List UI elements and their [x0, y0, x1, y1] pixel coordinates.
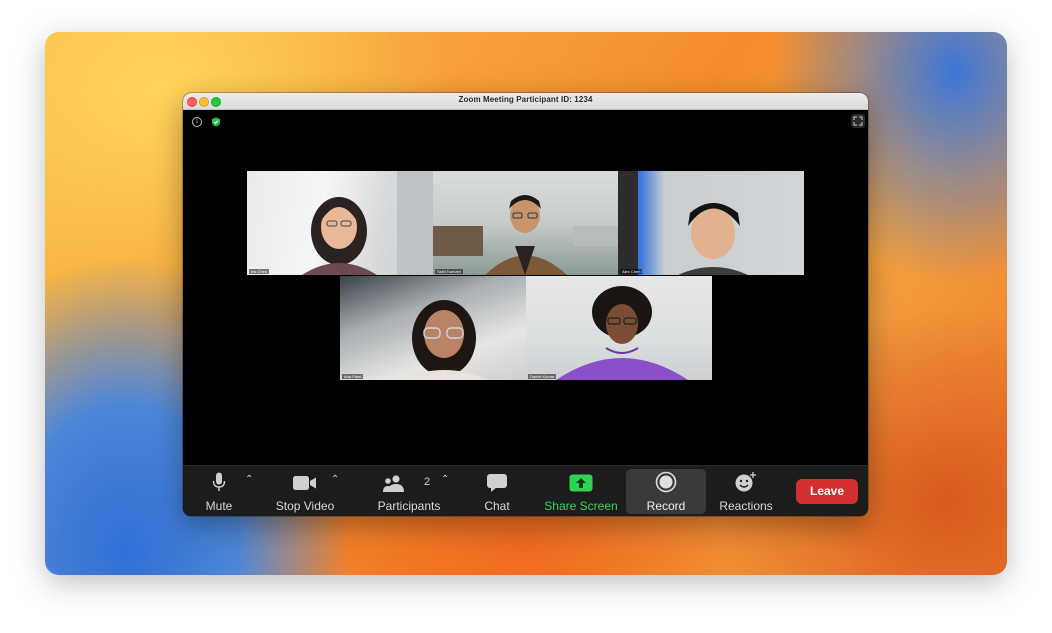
microphone-icon [212, 472, 226, 491]
participant-avatar [302, 171, 433, 275]
participants-button[interactable]: 2 Participants [374, 466, 444, 516]
title-bar[interactable]: Zoom Meeting Participant ID: 1234 [183, 93, 868, 110]
mute-label: Mute [205, 499, 233, 513]
share-screen-label: Share Screen [544, 499, 618, 513]
participant-name: Iris Chen [249, 269, 270, 274]
record-circle-icon [655, 471, 677, 493]
reactions-label: Reactions [719, 499, 773, 513]
chat-bubble-icon [487, 474, 507, 492]
participant-name: Daniel Kumar [528, 374, 557, 379]
record-label: Record [646, 499, 686, 513]
participants-options-chevron-icon[interactable]: ⌃ [441, 474, 449, 485]
mute-button[interactable]: Mute [201, 466, 237, 516]
participant-video-tile[interactable]: Alex Chen [618, 171, 804, 275]
audio-options-chevron-icon[interactable]: ⌃ [245, 474, 253, 485]
participants-label: Participants [377, 499, 441, 513]
participant-name: Sahil Karnani [435, 269, 463, 274]
info-icon[interactable]: i [192, 117, 202, 127]
participant-avatar [618, 171, 748, 275]
participant-video-tile[interactable]: Daniel Kumar [526, 276, 712, 380]
participant-name: Aria Patel [342, 374, 364, 379]
window-title: Zoom Meeting Participant ID: 1234 [458, 95, 593, 104]
video-camera-icon [293, 476, 316, 490]
smiley-plus-icon [735, 472, 756, 492]
participant-video-tile[interactable]: Iris Chen [247, 171, 433, 275]
share-screen-button[interactable]: Share Screen [542, 466, 620, 516]
participant-video-tile[interactable]: Aria Patel [340, 276, 526, 380]
leave-meeting-button[interactable]: Leave [796, 479, 858, 504]
participant-name: Alex Chen [620, 269, 643, 274]
share-up-arrow-icon [569, 474, 593, 492]
reactions-button[interactable]: Reactions [716, 466, 776, 516]
fullscreen-icon[interactable] [851, 114, 865, 128]
video-gallery: i Iris Chen Sahil Karnani Alex Chen Aria… [183, 110, 868, 465]
record-button[interactable]: Record [626, 466, 706, 516]
stop-video-button[interactable]: Stop Video [273, 466, 337, 516]
meeting-controls-toolbar: Mute ⌃ Stop Video ⌃ 2 Participants ⌃ Cha… [183, 465, 868, 516]
participant-avatar [433, 195, 619, 275]
video-options-chevron-icon[interactable]: ⌃ [331, 474, 339, 485]
participant-avatar [400, 300, 490, 380]
chat-button[interactable]: Chat [479, 466, 515, 516]
participant-video-tile[interactable]: Sahil Karnani [433, 171, 619, 275]
people-icon [383, 475, 404, 492]
chat-label: Chat [484, 499, 510, 513]
stop-video-label: Stop Video [275, 499, 335, 513]
zoom-meeting-window: Zoom Meeting Participant ID: 1234 i Iris… [183, 93, 868, 516]
shield-icon[interactable] [211, 117, 221, 127]
participant-avatar [556, 286, 688, 380]
participants-count: 2 [424, 476, 431, 488]
